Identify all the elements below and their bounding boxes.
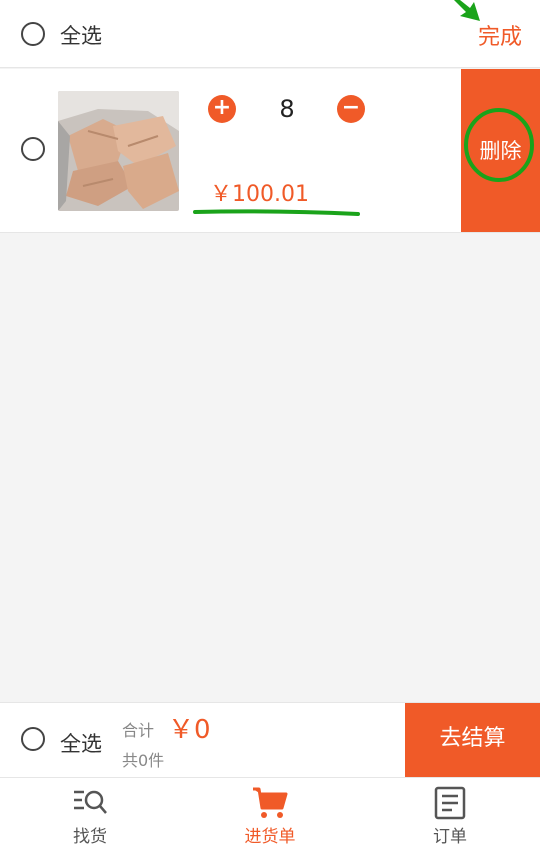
tab-label: 订单 <box>433 827 467 847</box>
item-select-radio[interactable] <box>21 137 45 161</box>
tab-orders[interactable]: 订单 <box>360 778 540 850</box>
item-count: 共0件 <box>122 751 165 770</box>
footer-select-all-radio[interactable] <box>21 727 45 751</box>
done-button[interactable]: 完成 <box>478 19 522 51</box>
decrease-button[interactable]: − <box>337 95 365 123</box>
total-value: ￥0 <box>168 715 211 745</box>
item-price: ￥100.01 <box>210 182 309 207</box>
tab-bar: 找货 进货单 订单 <box>0 777 540 850</box>
header-bar: 全选 完成 <box>0 0 540 68</box>
order-icon <box>434 786 466 820</box>
select-all-radio[interactable] <box>21 22 45 46</box>
cart-icon <box>253 787 288 818</box>
annotation-underline <box>193 209 360 216</box>
tab-label: 找货 <box>73 827 107 847</box>
checkout-button[interactable]: 去结算 <box>405 703 540 778</box>
select-all-label[interactable]: 全选 <box>60 20 102 50</box>
annotation-circle <box>464 108 534 182</box>
tab-find-goods[interactable]: 找货 <box>0 778 180 850</box>
search-list-icon <box>74 790 107 814</box>
total-label: 合计 <box>122 721 155 740</box>
product-thumbnail[interactable] <box>58 91 179 211</box>
annotation-arrow-icon <box>454 0 480 21</box>
cart-item-row: + 8 − ￥100.01 删除 <box>0 69 540 233</box>
quantity-value[interactable]: 8 <box>260 95 314 123</box>
footer-select-all-label[interactable]: 全选 <box>60 728 102 758</box>
checkout-bar: 全选 合计 ￥0 共0件 去结算 <box>0 702 540 778</box>
tab-purchase-list[interactable]: 进货单 <box>180 778 360 850</box>
increase-button[interactable]: + <box>208 95 236 123</box>
tab-label: 进货单 <box>244 827 296 847</box>
